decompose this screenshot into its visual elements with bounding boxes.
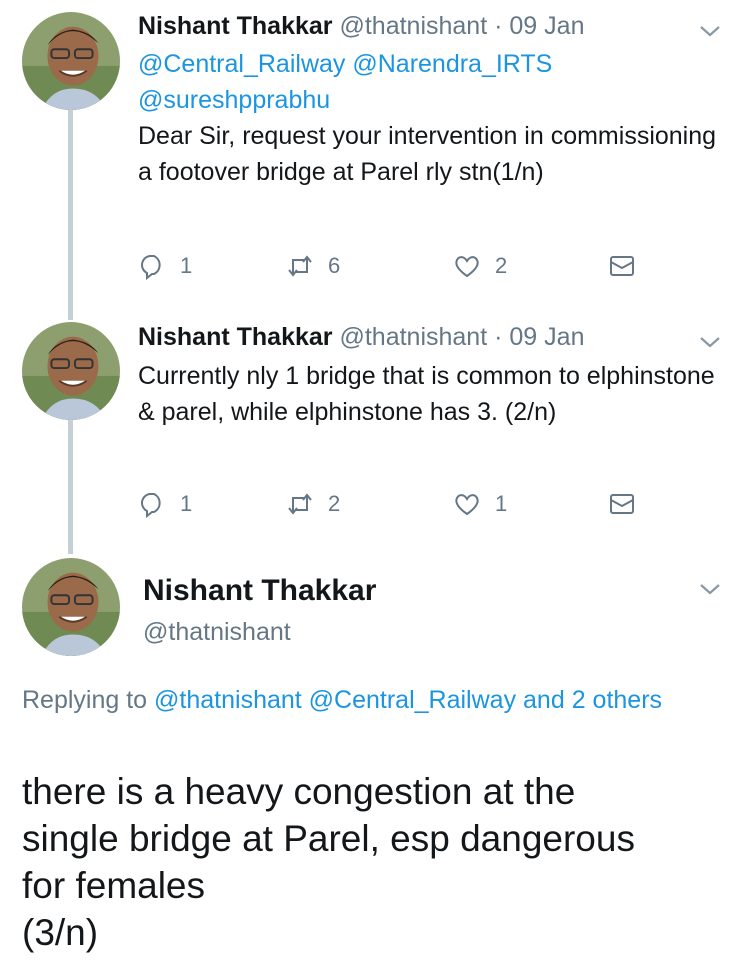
author-name[interactable]: Nishant Thakkar bbox=[138, 323, 333, 351]
tweet-text: Currently nly 1 bridge that is common to… bbox=[138, 358, 718, 430]
author-name[interactable]: Nishant Thakkar bbox=[138, 12, 333, 40]
avatar[interactable] bbox=[22, 558, 120, 656]
tweet-date[interactable]: 09 Jan bbox=[509, 323, 584, 351]
avatar-image bbox=[22, 558, 120, 656]
like-icon bbox=[455, 256, 479, 278]
avatar[interactable] bbox=[22, 12, 120, 110]
dm-button[interactable] bbox=[608, 252, 650, 280]
author-name[interactable]: Nishant Thakkar bbox=[143, 574, 376, 608]
like-icon bbox=[455, 494, 479, 516]
replying-to: Replying to @thatnishant @Central_Railwa… bbox=[22, 682, 702, 718]
thread-line bbox=[68, 420, 73, 554]
retweet-icon bbox=[288, 255, 312, 277]
replying-mentions[interactable]: @thatnishant @Central_Railway bbox=[154, 686, 516, 714]
main-text-line: for females bbox=[22, 865, 206, 906]
author-handle[interactable]: @thatnishant bbox=[143, 618, 291, 647]
chevron-down-icon[interactable] bbox=[699, 582, 721, 596]
mention-link[interactable]: @Central_Railway bbox=[138, 50, 345, 78]
chevron-down-icon[interactable] bbox=[699, 335, 721, 349]
thread-line bbox=[68, 108, 73, 320]
retweet-count: 6 bbox=[328, 253, 341, 278]
tweet-date[interactable]: 09 Jan bbox=[509, 12, 584, 40]
mention-link[interactable]: @Narendra_IRTS bbox=[352, 50, 552, 78]
like-button[interactable]: 2 bbox=[453, 252, 507, 280]
reply-count: 1 bbox=[180, 253, 193, 278]
separator: · bbox=[494, 323, 503, 351]
tweet-body: Dear Sir, request your intervention in c… bbox=[138, 122, 717, 186]
reply-icon bbox=[141, 493, 161, 518]
tweet-header: Nishant Thakkar @thatnishant · 09 Jan bbox=[138, 321, 584, 354]
separator: · bbox=[494, 12, 503, 40]
dm-icon bbox=[610, 494, 634, 514]
like-button[interactable]: 1 bbox=[453, 490, 507, 518]
retweet-button[interactable]: 2 bbox=[286, 490, 340, 518]
tweet-actions: 1 6 2 bbox=[138, 252, 638, 282]
dm-icon bbox=[610, 256, 634, 276]
retweet-icon bbox=[288, 493, 312, 515]
reply-count: 1 bbox=[180, 491, 193, 516]
replying-others[interactable]: and 2 others bbox=[523, 686, 662, 714]
reply-icon bbox=[141, 255, 161, 280]
tweet-actions: 1 2 1 bbox=[138, 490, 638, 520]
tweet-body: Currently nly 1 bridge that is common to… bbox=[138, 362, 715, 426]
author-handle[interactable]: @thatnishant bbox=[339, 323, 487, 351]
like-count: 2 bbox=[495, 253, 508, 278]
chevron-down-icon[interactable] bbox=[699, 24, 721, 38]
main-tweet-text: there is a heavy congestion at the singl… bbox=[22, 768, 722, 956]
avatar-image bbox=[22, 322, 120, 420]
retweet-count: 2 bbox=[328, 491, 341, 516]
tweet-text: @Central_Railway @Narendra_IRTS @sureshp… bbox=[138, 46, 718, 190]
reply-button[interactable]: 1 bbox=[138, 490, 192, 518]
tweet-header: Nishant Thakkar @thatnishant · 09 Jan bbox=[138, 10, 584, 43]
retweet-button[interactable]: 6 bbox=[286, 252, 340, 280]
main-text-line: single bridge at Parel, esp dangerous bbox=[22, 818, 635, 859]
reply-button[interactable]: 1 bbox=[138, 252, 192, 280]
like-count: 1 bbox=[495, 491, 508, 516]
main-text-line: (3/n) bbox=[22, 912, 99, 953]
mention-link[interactable]: @sureshpprabhu bbox=[138, 86, 330, 114]
main-text-line: there is a heavy congestion at the bbox=[22, 771, 576, 812]
replying-prefix: Replying to bbox=[22, 686, 148, 714]
avatar[interactable] bbox=[22, 322, 120, 420]
avatar-image bbox=[22, 12, 120, 110]
dm-button[interactable] bbox=[608, 490, 650, 518]
author-handle[interactable]: @thatnishant bbox=[339, 12, 487, 40]
